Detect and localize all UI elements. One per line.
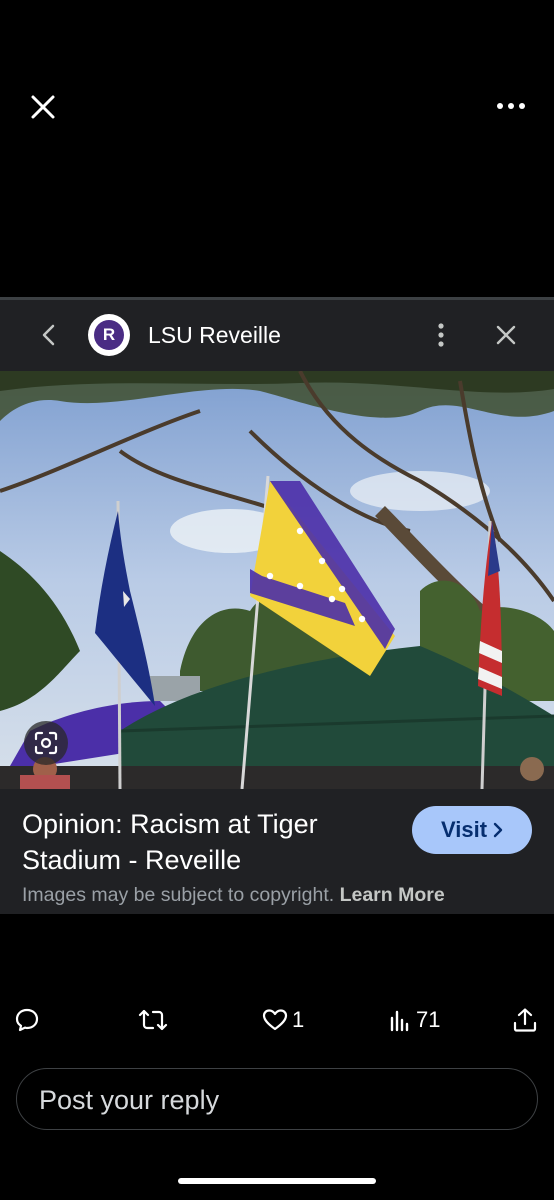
chevron-right-icon	[493, 822, 503, 838]
visit-button[interactable]: Visit	[412, 806, 532, 854]
reply-input[interactable]	[37, 1069, 521, 1131]
reply-icon	[15, 1008, 39, 1032]
lens-search-icon[interactable]	[24, 721, 68, 765]
card-header: R LSU Reveille	[0, 300, 554, 370]
heart-icon	[262, 1009, 288, 1031]
article-photo[interactable]	[0, 371, 554, 789]
share-icon	[513, 1008, 537, 1032]
learn-more-link[interactable]: Learn More	[340, 884, 445, 906]
like-button[interactable]: 1	[262, 1002, 304, 1038]
more-options-icon[interactable]	[488, 86, 534, 126]
close-icon[interactable]	[22, 86, 64, 128]
share-button[interactable]	[512, 1002, 538, 1038]
chevron-left-icon[interactable]	[28, 314, 68, 356]
close-card-icon[interactable]	[486, 314, 526, 356]
like-count: 1	[292, 1007, 305, 1032]
views-button[interactable]: 71	[388, 1002, 440, 1038]
repost-button[interactable]	[138, 1002, 168, 1038]
repost-icon	[138, 1009, 168, 1031]
copyright-text: Images may be subject to copyright.	[22, 884, 335, 906]
visit-label: Visit	[440, 817, 488, 842]
image-source-card: R LSU Reveille Opinion: Racism at Tiger …	[0, 297, 554, 914]
copyright-notice: Images may be subject to copyright. Lear…	[22, 884, 445, 907]
analytics-icon	[390, 1010, 409, 1032]
vertical-more-icon[interactable]	[424, 314, 458, 356]
home-indicator[interactable]	[178, 1178, 376, 1184]
reply-box	[16, 1068, 538, 1131]
site-logo: R	[88, 314, 130, 356]
reply-button[interactable]	[14, 1002, 40, 1038]
views-count: 71	[416, 1007, 441, 1032]
article-title[interactable]: Opinion: Racism at Tiger Stadium - Revei…	[22, 806, 392, 878]
site-name[interactable]: LSU Reveille	[148, 322, 281, 349]
